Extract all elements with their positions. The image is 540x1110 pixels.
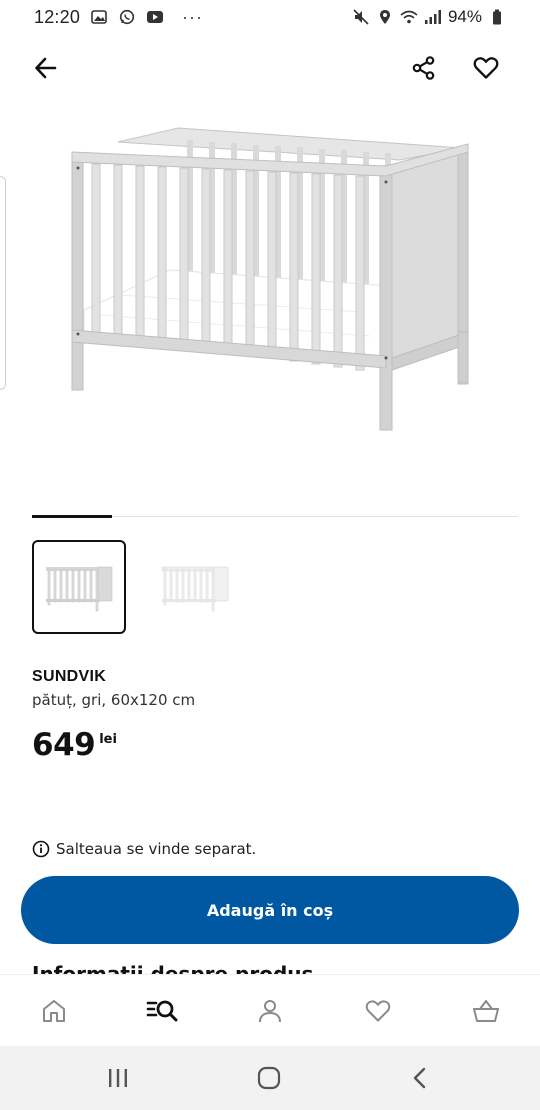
signal-icon — [424, 9, 442, 25]
notice-text: Salteaua se vinde separat. — [56, 840, 257, 858]
back-button[interactable] — [26, 48, 66, 88]
thumbnail-1[interactable] — [32, 540, 126, 634]
price-value: 649 — [32, 727, 96, 763]
add-to-cart-button[interactable]: Adaugă în coș — [21, 876, 519, 944]
search-icon — [146, 1000, 178, 1022]
cart-icon — [473, 1000, 499, 1022]
system-navigation-bar — [0, 1046, 540, 1110]
heart-icon — [473, 57, 499, 79]
gallery-icon — [90, 9, 108, 25]
wifi-icon — [400, 9, 418, 25]
bottom-navigation — [0, 974, 540, 1046]
nav-favorites[interactable] — [358, 991, 398, 1031]
home-icon — [43, 1000, 65, 1022]
nav-home[interactable] — [34, 991, 74, 1031]
battery-icon — [488, 9, 506, 25]
status-right: 94% — [352, 7, 506, 27]
favorites-icon — [365, 1000, 391, 1022]
favorite-button[interactable] — [466, 48, 506, 88]
product-price: 649 lei — [32, 727, 117, 763]
recents-button[interactable] — [98, 1058, 138, 1098]
product-description: pătuț, gri, 60x120 cm — [32, 691, 196, 709]
system-home-button[interactable] — [249, 1058, 289, 1098]
youtube-icon — [146, 9, 164, 25]
share-icon — [412, 56, 435, 80]
status-time: 12:20 — [34, 6, 81, 27]
location-icon — [376, 9, 394, 25]
profile-icon — [259, 1000, 281, 1023]
share-button[interactable] — [404, 48, 444, 88]
back-chevron-icon — [413, 1067, 426, 1089]
battery-percent: 94% — [447, 7, 482, 26]
thumbnail-2[interactable] — [148, 540, 242, 634]
system-back-button[interactable] — [400, 1058, 440, 1098]
nav-profile[interactable] — [250, 991, 290, 1031]
crib-illustration — [71, 127, 469, 431]
price-currency: lei — [99, 732, 117, 747]
back-arrow-icon — [35, 57, 57, 79]
mute-icon — [352, 9, 370, 25]
section-title: Informații despre produs — [32, 962, 314, 974]
product-image[interactable] — [60, 120, 480, 440]
gallery-progress-active — [32, 515, 112, 518]
thumbnail-crib-grey — [46, 566, 113, 612]
edge-panel-handle[interactable] — [0, 176, 6, 390]
nav-search[interactable] — [142, 991, 182, 1031]
status-bar: 12:20 ··· 94% — [0, 0, 540, 34]
product-info-section-header[interactable]: Informații despre produs — [32, 960, 512, 974]
app-bar — [0, 44, 540, 94]
whatsapp-icon — [118, 9, 136, 25]
recents-icon — [109, 1069, 127, 1087]
info-icon — [32, 840, 50, 858]
mattress-notice: Salteaua se vinde separat. — [32, 840, 256, 858]
product-name: SUNDVIK — [32, 668, 107, 685]
nav-cart[interactable] — [466, 991, 506, 1031]
status-left: 12:20 ··· — [34, 7, 203, 28]
thumbnail-crib-white — [161, 566, 229, 612]
home-circle-icon — [257, 1066, 281, 1090]
more-notifications: ··· — [182, 6, 204, 27]
